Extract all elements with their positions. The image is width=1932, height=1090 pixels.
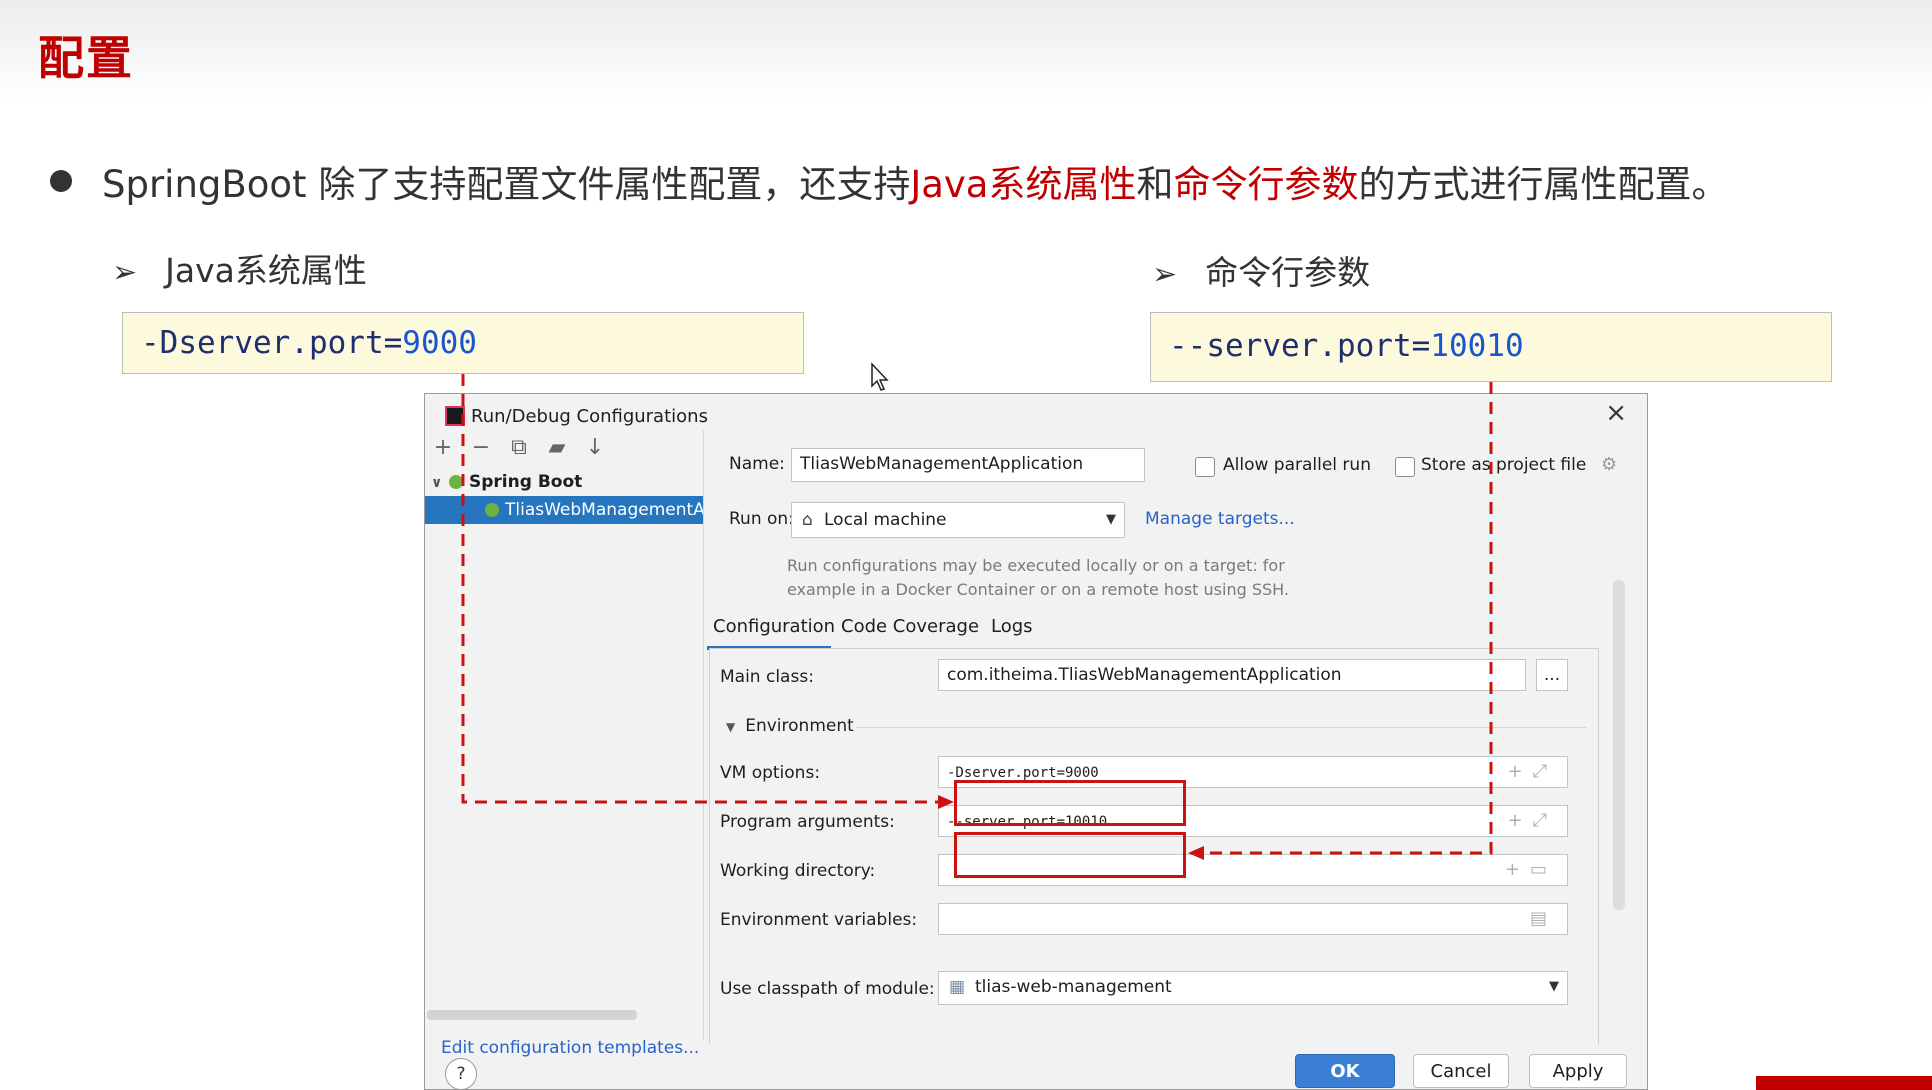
corner-logo-band <box>1756 1076 1932 1090</box>
cmd-arrow-line <box>1202 382 1493 855</box>
vm-arrow-head <box>938 795 954 809</box>
cmd-arrow-head <box>1188 846 1204 860</box>
annotation-arrows <box>461 374 1493 860</box>
vm-arrow-line <box>461 374 940 804</box>
